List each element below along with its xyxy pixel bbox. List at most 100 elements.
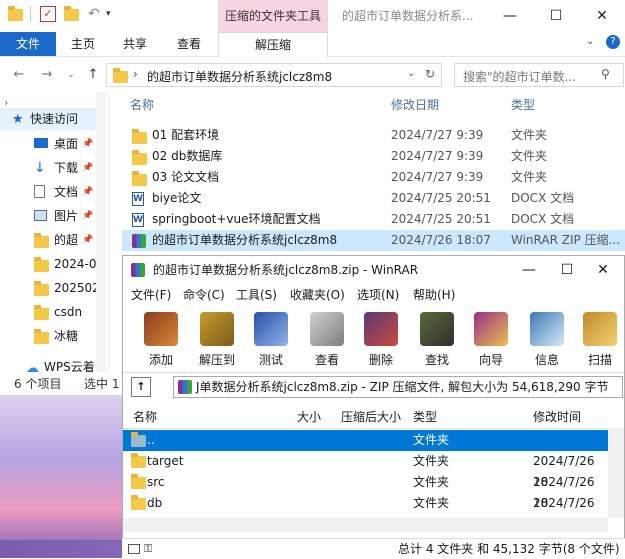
new-folder-icon[interactable]	[64, 6, 80, 22]
maximize-button[interactable]: ☐	[547, 256, 587, 284]
tool-add-button[interactable]: 添加	[137, 308, 185, 370]
undo-icon[interactable]: ↶	[88, 6, 104, 22]
tool-find-button[interactable]: 查找	[413, 308, 461, 370]
menu-favorites[interactable]: 收藏夹(O)	[290, 284, 345, 306]
chevron-down-icon[interactable]: ⌄	[62, 66, 80, 84]
up-icon[interactable]: ↑	[84, 66, 102, 84]
folder-icon	[34, 305, 49, 320]
find-icon	[420, 312, 454, 346]
nav-folder-202502[interactable]: 202502	[0, 277, 100, 299]
rar-icon	[178, 380, 192, 394]
document-icon	[34, 185, 45, 198]
nav-desktop[interactable]: 桌面 📌	[0, 133, 100, 155]
nav-folder-bingtang[interactable]: 冰糖	[0, 325, 100, 347]
search-input[interactable]: 搜索"的超市订单数... ⚲	[454, 63, 624, 87]
tool-info-button[interactable]: 信息	[523, 308, 571, 370]
help-icon[interactable]: ?	[606, 35, 620, 49]
file-row[interactable]: Wspringboot+vue环境配置文档 2024/7/25 20:51 DOCX…	[122, 209, 625, 230]
add-archive-icon	[144, 312, 178, 346]
tab-view[interactable]: 查看	[164, 32, 214, 56]
nav-downloads[interactable]: ↓ 下载 📌	[0, 157, 100, 179]
tool-wizard-button[interactable]: 向导	[467, 308, 515, 370]
desktop-icon	[34, 138, 48, 148]
nav-documents[interactable]: 文档 📌	[0, 181, 100, 203]
nav-folder-csdn[interactable]: csdn	[0, 301, 100, 323]
column-header-date[interactable]: 修改日期	[391, 95, 439, 115]
winrar-path-bar: ↑ J单数据分析系统jclcz8m8.zip - ZIP 压缩文件, 解包大小为…	[123, 374, 624, 400]
winrar-column-headers: 名称 大小 压缩后大小 类型 修改时间	[123, 406, 624, 429]
ribbon-tabs: 文件 主页 共享 查看 解压缩 ⌄ ?	[0, 32, 625, 57]
column-header-name[interactable]: 名称	[133, 406, 157, 428]
winrar-toolbar: 添加 解压到 测试 查看 删除 查找 向导 信息 扫描	[123, 306, 624, 373]
archive-path-field[interactable]: J单数据分析系统jclcz8m8.zip - ZIP 压缩文件, 解包大小为 5…	[173, 376, 623, 398]
key-icon: ⚿	[144, 542, 153, 555]
tab-file[interactable]: 文件	[0, 32, 56, 56]
tool-extract-button[interactable]: 解压到	[193, 308, 241, 370]
chevron-right-icon: ›	[133, 67, 138, 81]
chevron-down-icon[interactable]: ▾	[106, 6, 122, 22]
back-icon[interactable]: ←	[10, 66, 28, 84]
extract-icon	[200, 312, 234, 346]
vertical-scrollbar[interactable]	[608, 428, 624, 518]
chevron-down-icon[interactable]: ⌄	[407, 68, 415, 79]
tab-share[interactable]: 共享	[110, 32, 160, 56]
test-icon	[254, 312, 288, 346]
minimize-button[interactable]: —	[487, 0, 533, 32]
refresh-icon[interactable]: ↻	[425, 67, 435, 81]
nav-folder-chaoshi[interactable]: 的超 📌	[0, 229, 100, 251]
archive-row[interactable]: db 文件夹 2024/7/26 18	[123, 493, 608, 531]
properties-icon[interactable]: ✓	[40, 6, 56, 22]
column-header-type[interactable]: 类型	[413, 406, 437, 428]
file-row[interactable]: 的超市订单数据分析系统jclcz8m8 2024/7/26 18:07 WinRAR…	[122, 230, 625, 251]
column-header-size[interactable]: 大小	[297, 406, 321, 428]
tool-scan-button[interactable]: 扫描	[577, 308, 623, 370]
folder-icon	[132, 129, 147, 144]
view-icon	[310, 312, 344, 346]
folder-icon	[8, 6, 24, 22]
folder-icon	[131, 474, 146, 489]
address-bar-row: ← → ⌄ ↑ › 的超市订单数据分析系统jclcz8m8 ⌄ ↻ 搜索"的超市…	[0, 58, 625, 90]
maximize-button[interactable]: ☐	[533, 0, 579, 32]
scan-icon	[583, 312, 617, 346]
menu-file[interactable]: 文件(F)	[131, 284, 171, 306]
archive-row[interactable]: .. 文件夹	[123, 430, 608, 451]
tool-test-button[interactable]: 测试	[247, 308, 295, 370]
minimize-button[interactable]: —	[509, 256, 549, 284]
column-header-type[interactable]: 类型	[511, 95, 535, 115]
archive-row[interactable]: target 文件夹 2024/7/26 18	[123, 451, 608, 489]
close-button[interactable]: ✕	[579, 0, 625, 32]
file-row[interactable]: 01 配套环境 2024/7/27 9:39 文件夹	[122, 125, 625, 146]
menu-commands[interactable]: 命令(C)	[183, 284, 225, 306]
horizontal-scrollbar[interactable]	[123, 518, 608, 532]
archive-row[interactable]: src 文件夹 2024/7/26 18	[123, 472, 608, 510]
nav-quick-access[interactable]: ★ 快速访问	[0, 108, 100, 130]
forward-icon[interactable]: →	[38, 66, 56, 84]
menu-tools[interactable]: 工具(S)	[236, 284, 277, 306]
menu-help[interactable]: 帮助(H)	[413, 284, 455, 306]
up-folder-button[interactable]: ↑	[131, 377, 151, 397]
column-header-packed[interactable]: 压缩后大小	[341, 406, 401, 428]
nav-pictures[interactable]: 图片 📌	[0, 205, 100, 227]
download-icon: ↓	[34, 160, 46, 176]
file-row[interactable]: 02 db数据库 2024/7/27 9:39 文件夹	[122, 146, 625, 167]
close-button[interactable]: ✕	[583, 256, 623, 284]
column-header-modified[interactable]: 修改时间	[533, 406, 581, 428]
column-header-name[interactable]: 名称	[130, 95, 154, 115]
file-row[interactable]: 03 论文文档 2024/7/27 9:39 文件夹	[122, 167, 625, 188]
tool-delete-button[interactable]: 删除	[357, 308, 405, 370]
chevron-down-icon[interactable]: ⌄	[586, 36, 594, 47]
tab-extract[interactable]: 解压缩	[218, 32, 328, 57]
folder-icon	[34, 233, 49, 248]
address-field[interactable]: › 的超市订单数据分析系统jclcz8m8 ⌄ ↻	[106, 63, 442, 87]
menu-options[interactable]: 选项(N)	[357, 284, 399, 306]
nav-scrollbar[interactable]	[96, 92, 106, 372]
tool-view-button[interactable]: 查看	[303, 308, 351, 370]
title-bar: ✓ ↶ ▾ 压缩的文件夹工具 的超市订单数据分析系... — ☐ ✕	[0, 0, 625, 32]
context-tab-compressed-folder-tools[interactable]: 压缩的文件夹工具	[218, 0, 328, 32]
winrar-title: 的超市订单数据分析系统jclcz8m8.zip - WinRAR	[153, 263, 419, 277]
file-row[interactable]: Wbiye论文 2024/7/25 20:51 DOCX 文档	[122, 188, 625, 209]
tab-home[interactable]: 主页	[58, 32, 108, 56]
pin-icon: 📌	[82, 211, 94, 221]
delete-icon	[364, 312, 398, 346]
nav-folder-2024[interactable]: 2024-0	[0, 253, 100, 275]
